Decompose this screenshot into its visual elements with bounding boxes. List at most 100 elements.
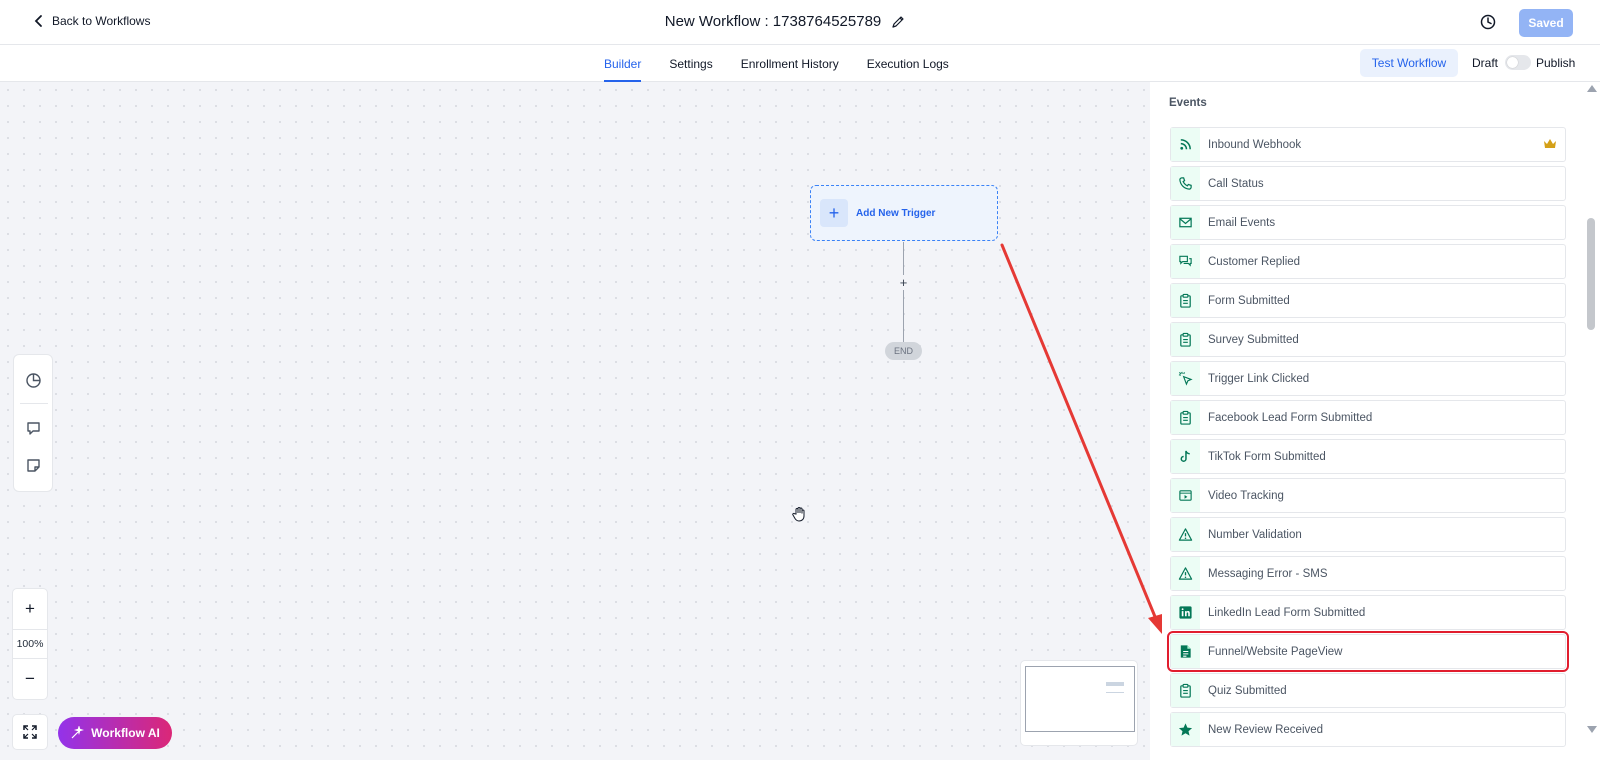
zoom-out-button[interactable]: −: [13, 661, 47, 697]
workflow-ai-label: Workflow AI: [91, 726, 160, 740]
event-item-label: Messaging Error - SMS: [1208, 567, 1328, 580]
top-bar: Back to Workflows New Workflow : 1738764…: [0, 0, 1600, 45]
tab-enrollment-history[interactable]: Enrollment History: [741, 45, 839, 82]
scroll-up-arrow[interactable]: [1587, 85, 1597, 92]
tiktok-icon: [1171, 440, 1200, 473]
event-item-video-tracking[interactable]: Video Tracking: [1170, 478, 1566, 513]
chevron-left-icon: [34, 15, 42, 27]
workflow-title: New Workflow : 1738764525789: [664, 13, 882, 30]
warning-icon: [1171, 557, 1200, 590]
add-new-trigger-node[interactable]: + Add New Trigger: [810, 185, 998, 241]
event-item-tiktok-form-submitted[interactable]: TikTok Form Submitted: [1170, 439, 1566, 474]
event-item-label: Quiz Submitted: [1208, 684, 1287, 697]
minimap[interactable]: [1020, 660, 1138, 746]
event-item-label: Facebook Lead Form Submitted: [1208, 411, 1373, 424]
tab-builder[interactable]: Builder: [604, 45, 642, 82]
tab-bar: Builder Settings Enrollment History Exec…: [0, 45, 1600, 82]
event-item-number-validation[interactable]: Number Validation: [1170, 517, 1566, 552]
event-item-label: New Review Received: [1208, 723, 1324, 736]
scroll-down-arrow[interactable]: [1587, 726, 1597, 733]
minimap-node: [1106, 692, 1124, 693]
saved-button[interactable]: Saved: [1519, 9, 1573, 37]
clipboard-icon: [1171, 284, 1200, 317]
sticky-note-icon[interactable]: [25, 457, 42, 474]
event-item-label: Video Tracking: [1208, 489, 1284, 502]
event-item-messaging-error-sms[interactable]: Messaging Error - SMS: [1170, 556, 1566, 591]
back-to-workflows-link[interactable]: Back to Workflows: [32, 14, 150, 28]
back-label: Back to Workflows: [52, 14, 151, 28]
phone-icon: [1171, 167, 1200, 200]
event-item-facebook-lead-form-submitted[interactable]: Facebook Lead Form Submitted: [1170, 400, 1566, 435]
event-item-form-submitted[interactable]: Form Submitted: [1170, 283, 1566, 318]
scroll-thumb[interactable]: [1587, 218, 1595, 330]
publish-label: Publish: [1536, 56, 1576, 70]
comment-icon[interactable]: [25, 420, 42, 437]
end-node: END: [885, 342, 922, 360]
expand-icon: [23, 725, 37, 739]
event-item-inbound-webhook[interactable]: Inbound Webhook: [1170, 127, 1566, 162]
warning-icon: [1171, 518, 1200, 551]
fit-view-button[interactable]: [12, 714, 48, 750]
event-item-call-status[interactable]: Call Status: [1170, 166, 1566, 201]
add-step-button[interactable]: +: [896, 275, 911, 290]
event-item-label: Funnel/Website PageView: [1208, 645, 1343, 658]
event-item-label: Customer Replied: [1208, 255, 1301, 268]
history-icon[interactable]: [1479, 13, 1497, 31]
draft-label: Draft: [1472, 56, 1499, 70]
event-item-survey-submitted[interactable]: Survey Submitted: [1170, 322, 1566, 357]
workflow-ai-button[interactable]: Workflow AI: [58, 717, 172, 749]
event-item-quiz-submitted[interactable]: Quiz Submitted: [1170, 673, 1566, 708]
mail-icon: [1171, 206, 1200, 239]
clipboard-icon: [1171, 401, 1200, 434]
clipboard-icon: [1171, 674, 1200, 707]
test-workflow-button[interactable]: Test Workflow: [1360, 49, 1458, 77]
zoom-controls: + 100% −: [12, 588, 48, 700]
sparkle-icon: [71, 726, 85, 739]
hand-cursor-icon: [792, 507, 805, 522]
minimap-node: [1106, 682, 1124, 686]
canvas-toolbox: [13, 354, 53, 492]
event-item-label: TikTok Form Submitted: [1208, 450, 1326, 463]
connector-line: [903, 242, 904, 275]
event-item-linkedin-lead-form-submitted[interactable]: LinkedIn Lead Form Submitted: [1170, 595, 1566, 630]
linkedin-icon: [1171, 596, 1200, 629]
document-icon: [1171, 635, 1200, 668]
event-item-label: Form Submitted: [1208, 294, 1290, 307]
pencil-icon[interactable]: [891, 15, 905, 29]
zoom-in-button[interactable]: +: [13, 591, 47, 627]
minimap-viewport: [1025, 666, 1135, 732]
connector-line: [903, 290, 904, 342]
toolbox-divider: [20, 403, 48, 404]
event-item-label: Call Status: [1208, 177, 1264, 190]
event-item-customer-replied[interactable]: Customer Replied: [1170, 244, 1566, 279]
event-item-label: Number Validation: [1208, 528, 1302, 541]
cursor-click-icon: [1171, 362, 1200, 395]
panel-scrollbar[interactable]: [1583, 82, 1600, 740]
chat-icon: [1171, 245, 1200, 278]
event-item-email-events[interactable]: Email Events: [1170, 205, 1566, 240]
trigger-events-panel: Events Inbound Webhook Call Status Email E…: [1150, 82, 1600, 760]
event-item-new-review-received[interactable]: New Review Received: [1170, 712, 1566, 747]
zoom-level: 100%: [13, 629, 47, 659]
event-item-label: Trigger Link Clicked: [1208, 372, 1310, 385]
pie-chart-icon[interactable]: [25, 372, 42, 389]
video-icon: [1171, 479, 1200, 512]
events-section-title: Events: [1169, 97, 1207, 109]
workflow-canvas[interactable]: + Add New Trigger + END + 100% − Workflo: [0, 82, 1150, 760]
crown-icon: [1544, 139, 1556, 148]
event-item-label: Survey Submitted: [1208, 333, 1299, 346]
event-item-label: LinkedIn Lead Form Submitted: [1208, 606, 1366, 619]
rss-icon: [1171, 128, 1200, 161]
star-icon: [1171, 713, 1200, 746]
event-item-funnel-website-pageview[interactable]: Funnel/Website PageView: [1167, 631, 1569, 672]
tab-settings[interactable]: Settings: [669, 45, 712, 82]
event-item-trigger-link-clicked[interactable]: Trigger Link Clicked: [1170, 361, 1566, 396]
add-new-trigger-label: Add New Trigger: [856, 207, 936, 219]
event-item-label: Inbound Webhook: [1208, 138, 1302, 151]
publish-toggle[interactable]: [1505, 55, 1531, 70]
tab-execution-logs[interactable]: Execution Logs: [867, 45, 949, 82]
events-list: Inbound Webhook Call Status Email Events Cu…: [1167, 127, 1569, 751]
plus-icon: +: [820, 199, 848, 227]
clipboard-icon: [1171, 323, 1200, 356]
event-item-label: Email Events: [1208, 216, 1276, 229]
